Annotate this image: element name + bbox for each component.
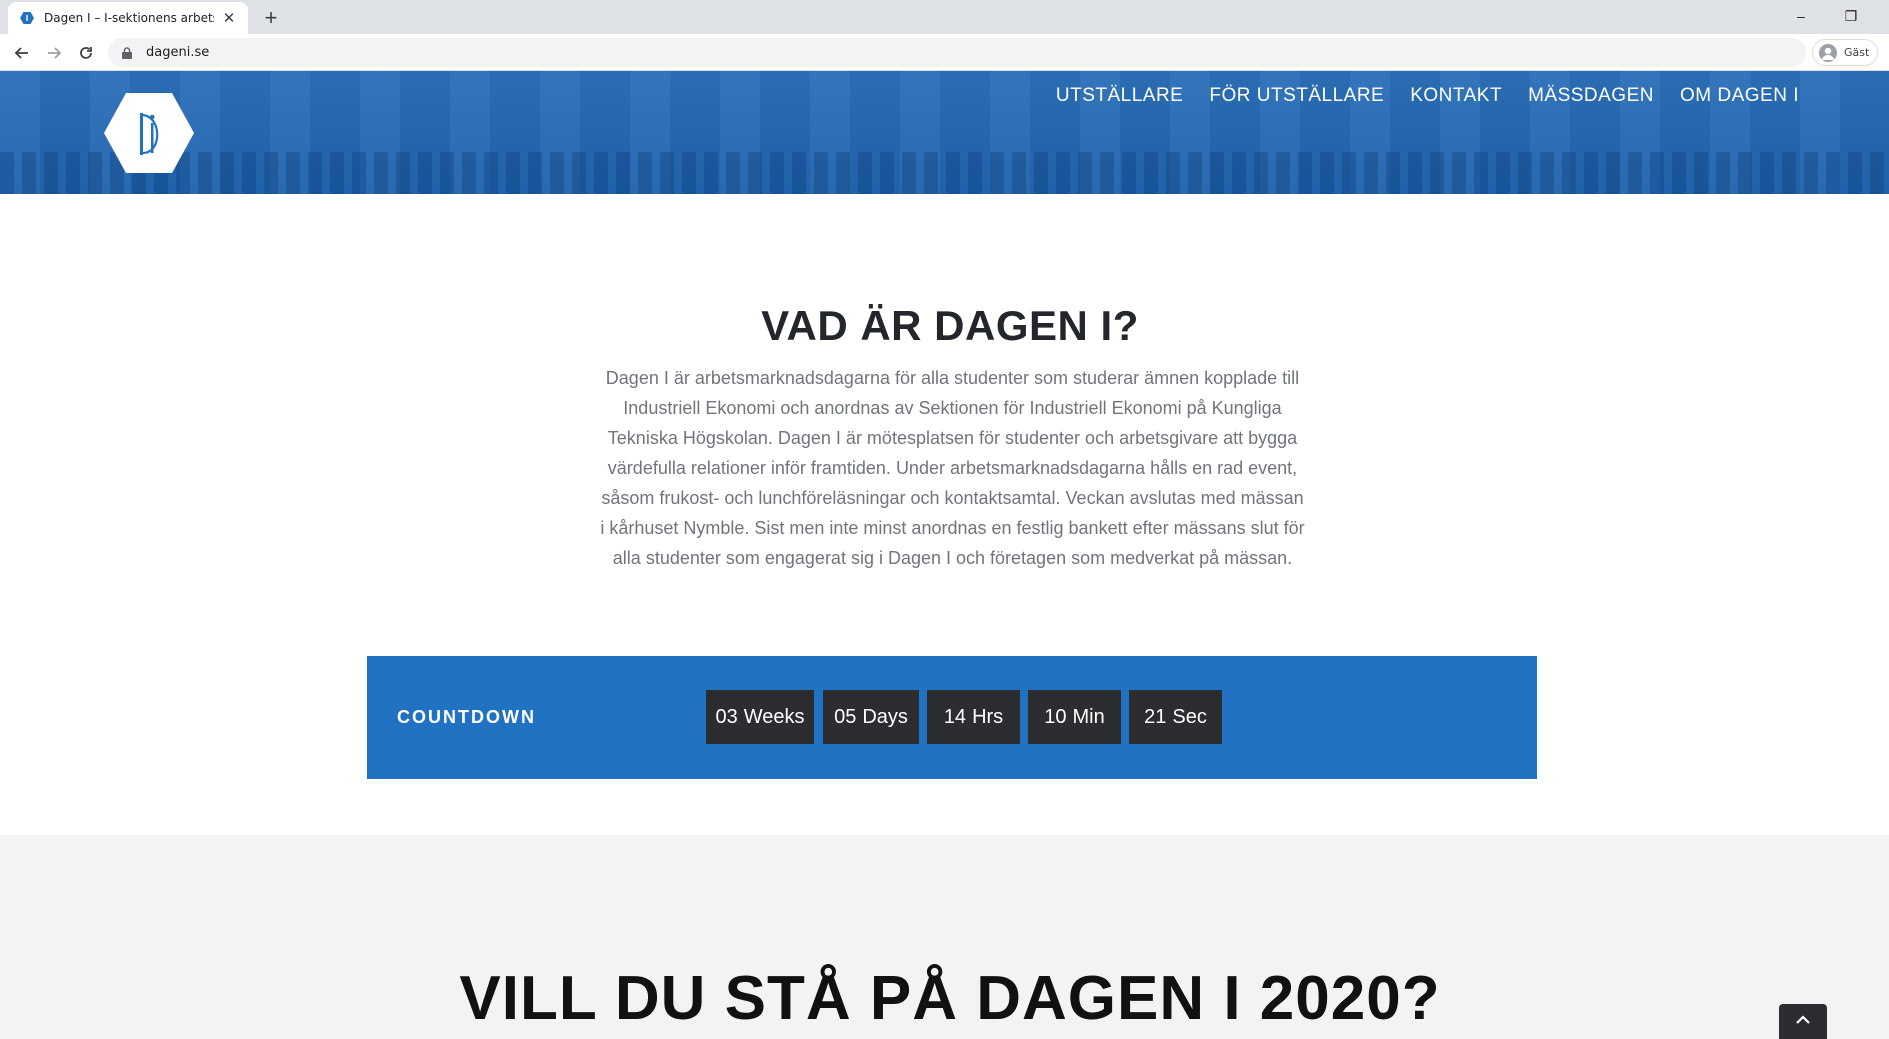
scroll-to-top-button[interactable] — [1779, 1004, 1827, 1039]
site-header: UTSTÄLLARE FÖR UTSTÄLLARE KONTAKT MÄSSDA… — [0, 71, 1889, 194]
tab-close-icon[interactable]: ✕ — [220, 9, 238, 27]
countdown-seconds: 21 Sec — [1129, 690, 1222, 744]
countdown-number: 03 — [715, 705, 738, 728]
nav-kontakt[interactable]: KONTAKT — [1410, 85, 1502, 107]
countdown-number: 14 — [943, 705, 967, 728]
countdown-hours: 14 Hrs — [927, 690, 1020, 744]
about-title: VAD ÄR DAGEN I? — [761, 302, 1139, 349]
profile-label: Gäst — [1844, 46, 1870, 59]
about-line: i kårhuset Nymble. Sist men inte minst a… — [600, 518, 1305, 538]
countdown-number: 21 — [1144, 705, 1167, 728]
new-tab-button[interactable]: + — [258, 5, 284, 31]
exhibit-section: VILL DU STÅ PÅ DAGEN I 2020? — [0, 835, 1889, 1039]
nav-om-dagen-i[interactable]: OM DAGEN I — [1680, 85, 1799, 107]
countdown-unit: Days — [862, 705, 908, 728]
countdown-days: 05 Days — [823, 690, 919, 744]
about-line: Tekniska Högskolan. Dagen I är mötesplat… — [607, 428, 1298, 448]
address-bar[interactable]: dageni.se — [108, 38, 1806, 67]
countdown-number: 05 — [834, 705, 857, 728]
main-nav: UTSTÄLLARE FÖR UTSTÄLLARE KONTAKT MÄSSDA… — [1056, 85, 1799, 107]
minimize-button[interactable]: – — [1779, 2, 1823, 30]
forward-arrow-icon — [48, 47, 62, 59]
site-favicon-icon — [20, 11, 34, 25]
nav-for-utstallare[interactable]: FÖR UTSTÄLLARE — [1209, 85, 1384, 107]
countdown-unit: Sec — [1172, 705, 1207, 728]
about-line: värdefulla relationer inför framtiden. U… — [607, 458, 1298, 478]
header-background-band — [0, 152, 1889, 194]
restore-button[interactable]: ❐ — [1829, 2, 1873, 30]
tab-title: Dagen I – I-sektionens arbetsmarknadsdag… — [44, 11, 214, 25]
browser-toolbar: dageni.se Gäst — [0, 34, 1889, 71]
lock-icon — [122, 46, 136, 60]
countdown-unit: Weeks — [743, 705, 805, 728]
exhibit-title: VILL DU STÅ PÅ DAGEN I 2020? — [459, 964, 1441, 1033]
site-logo[interactable] — [104, 93, 194, 173]
forward-button[interactable] — [40, 39, 68, 67]
countdown-panel: COUNTDOWN 03 Weeks 05 Days 14 Hrs 10 Min… — [367, 656, 1537, 779]
countdown-unit: Min — [1072, 705, 1105, 728]
countdown-minutes: 10 Min — [1028, 690, 1121, 744]
countdown-heading: COUNTDOWN — [397, 707, 536, 727]
nav-utstallare[interactable]: UTSTÄLLARE — [1056, 85, 1183, 107]
about-line: alla studenter som engagerat sig i Dagen… — [612, 548, 1293, 568]
url-text: dageni.se — [146, 45, 210, 60]
about-line: såsom frukost- och lunchföreläsningar oc… — [601, 488, 1304, 508]
about-text: Dagen I är arbetsmarknadsdagarna för all… — [590, 363, 1315, 573]
countdown-weeks: 03 Weeks — [706, 690, 814, 744]
back-arrow-icon — [14, 47, 28, 59]
reload-button[interactable] — [72, 39, 100, 67]
chevron-up-icon — [1796, 1015, 1810, 1024]
nav-massdagen[interactable]: MÄSSDAGEN — [1528, 85, 1654, 107]
browser-tabbar: Dagen I – I-sektionens arbetsmarknadsdag… — [0, 0, 1889, 34]
profile-button[interactable]: Gäst — [1812, 39, 1878, 66]
countdown-unit: Hrs — [972, 705, 1004, 728]
about-line: Dagen I är arbetsmarknadsdagarna för all… — [605, 368, 1300, 388]
countdown-number: 10 — [1044, 705, 1067, 728]
profile-avatar-icon — [1819, 43, 1837, 62]
dagen-i-logo-icon — [104, 93, 194, 173]
reload-icon — [80, 47, 92, 59]
back-button[interactable] — [8, 39, 36, 67]
about-line: Industriell Ekonomi och anordnas av Sekt… — [623, 398, 1282, 418]
browser-tab[interactable]: Dagen I – I-sektionens arbetsmarknadsdag… — [8, 2, 248, 34]
